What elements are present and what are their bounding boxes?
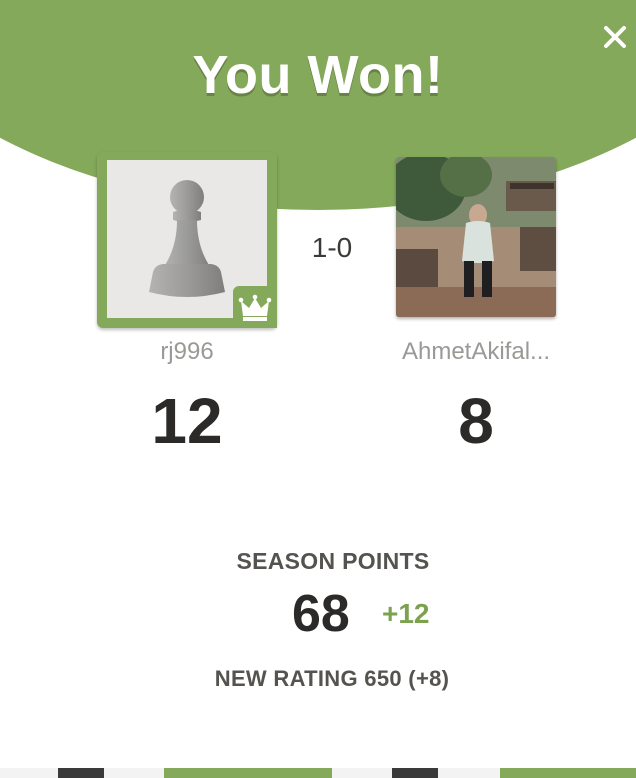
winner-username[interactable]: rj996 <box>97 338 277 366</box>
winner-badge <box>233 286 277 328</box>
opponent-username[interactable]: AhmetAkifal... <box>366 338 586 366</box>
season-points-delta: +12 <box>382 598 430 629</box>
match-score: 1-0 <box>311 232 353 263</box>
new-rating-text: NEW RATING 650 (+8) <box>214 666 450 691</box>
opponent-avatar[interactable] <box>396 157 556 317</box>
winner-avatar[interactable] <box>97 152 277 328</box>
close-button[interactable] <box>598 20 632 54</box>
opponent-rating: 8 <box>458 385 494 457</box>
season-points-label: SEASON POINTS <box>236 548 430 574</box>
board-edge-strip <box>0 768 636 778</box>
season-points-value: 68 <box>292 585 350 643</box>
winner-rating: 12 <box>151 385 223 457</box>
profile-photo <box>396 157 556 317</box>
game-result-modal: You Won! 1-0 rj996 AhmetAkifal... 12 8 S… <box>0 0 636 778</box>
crown-icon <box>238 294 272 321</box>
result-title: You Won! <box>192 45 444 105</box>
close-icon <box>604 26 626 48</box>
